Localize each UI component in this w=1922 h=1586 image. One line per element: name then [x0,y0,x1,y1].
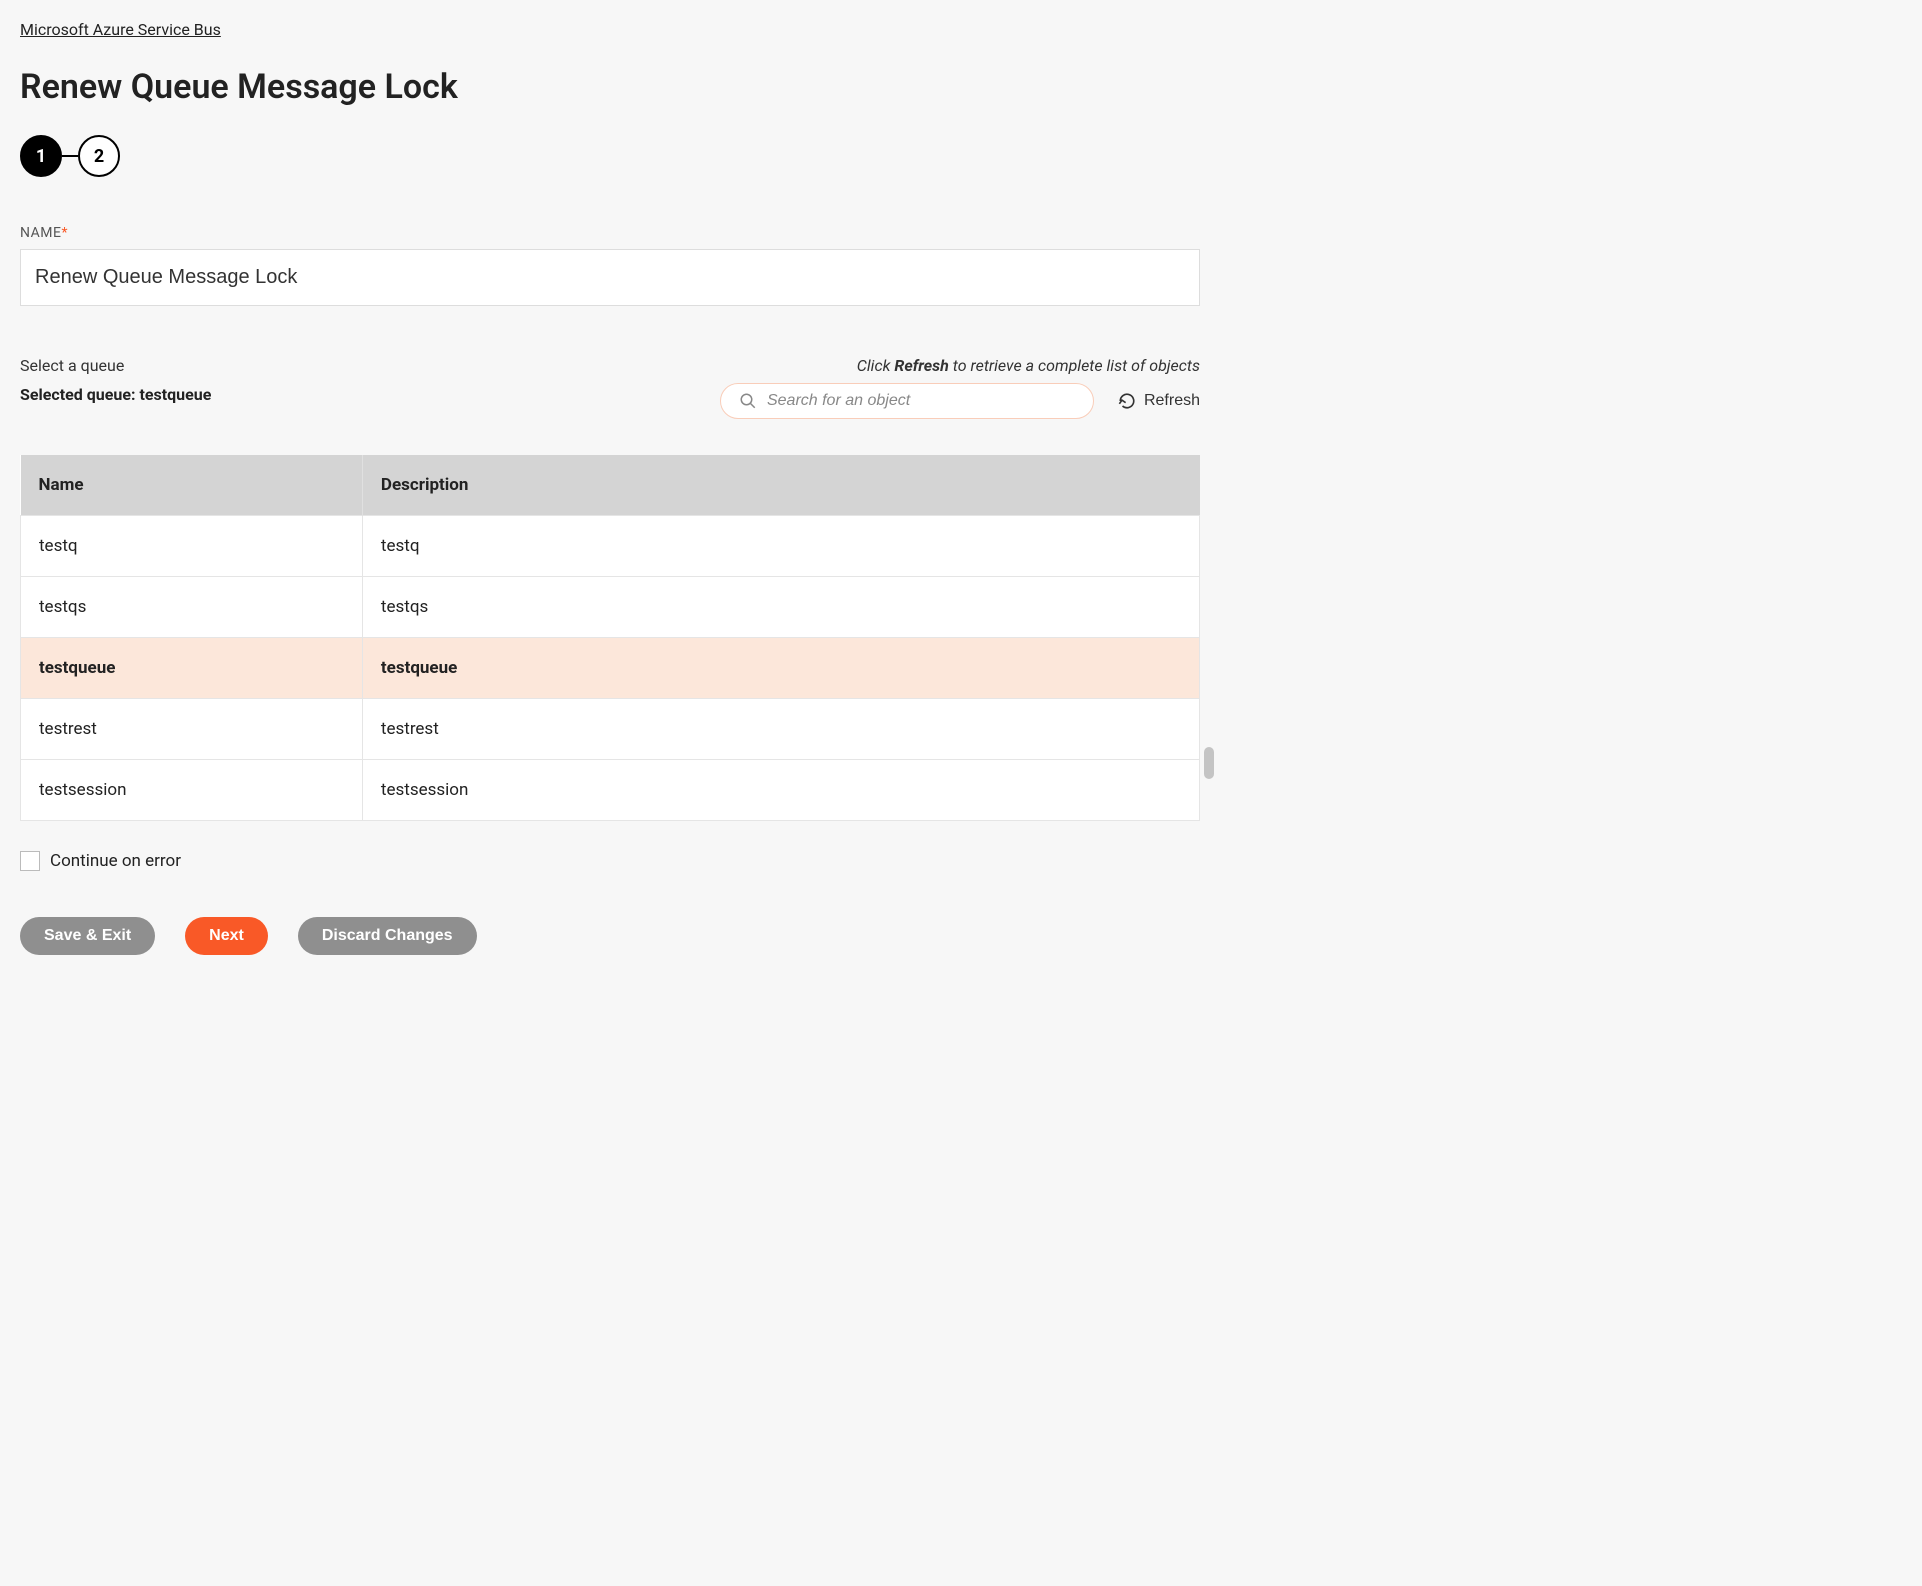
breadcrumb-link[interactable]: Microsoft Azure Service Bus [20,20,221,39]
scrollbar[interactable] [1202,455,1216,821]
cell-description: testqs [362,577,1199,638]
cell-name: testq [21,516,363,577]
select-queue-label: Select a queue [20,356,211,375]
scrollbar-thumb[interactable] [1204,747,1214,779]
refresh-icon [1118,392,1136,410]
col-header-name[interactable]: Name [21,455,363,516]
page-title: Renew Queue Message Lock [20,67,1200,107]
save-exit-button[interactable]: Save & Exit [20,917,155,955]
selected-queue-prefix: Selected queue: [20,385,139,404]
cell-description: testqueue [362,638,1199,699]
cell-name: testrest [21,699,363,760]
cell-description: testsession [362,760,1199,821]
required-asterisk: * [61,225,68,241]
name-input[interactable] [20,249,1200,306]
search-wrap[interactable] [720,383,1094,419]
queue-table: Name Description testqtestqtestqstestqst… [20,455,1200,821]
step-2[interactable]: 2 [78,135,120,177]
refresh-hint-suffix: to retrieve a complete list of objects [949,356,1200,375]
name-label-text: NAME [20,225,61,241]
table-row[interactable]: testsessiontestsession [21,760,1200,821]
refresh-hint: Click Refresh to retrieve a complete lis… [720,356,1200,375]
search-input[interactable] [767,392,1075,410]
cell-name: testqs [21,577,363,638]
table-row[interactable]: testqstestqs [21,577,1200,638]
col-header-description[interactable]: Description [362,455,1199,516]
cell-description: testrest [362,699,1199,760]
table-row[interactable]: testqueuetestqueue [21,638,1200,699]
search-icon [739,392,757,410]
refresh-hint-prefix: Click [857,356,895,375]
stepper: 1 2 [20,135,1200,177]
step-connector [62,155,78,157]
step-1[interactable]: 1 [20,135,62,177]
refresh-hint-bold: Refresh [894,356,948,375]
cell-name: testqueue [21,638,363,699]
continue-on-error-checkbox[interactable] [20,851,40,871]
selected-queue-value: testqueue [139,385,211,404]
name-label: NAME* [20,225,1200,241]
cell-description: testq [362,516,1199,577]
continue-on-error-label: Continue on error [50,851,181,871]
table-row[interactable]: testqtestq [21,516,1200,577]
cell-name: testsession [21,760,363,821]
refresh-label: Refresh [1144,392,1200,410]
discard-changes-button[interactable]: Discard Changes [298,917,477,955]
refresh-button[interactable]: Refresh [1118,392,1200,410]
table-row[interactable]: testresttestrest [21,699,1200,760]
queue-table-wrap: Name Description testqtestqtestqstestqst… [20,455,1200,821]
selected-queue: Selected queue: testqueue [20,385,211,404]
next-button[interactable]: Next [185,917,268,955]
